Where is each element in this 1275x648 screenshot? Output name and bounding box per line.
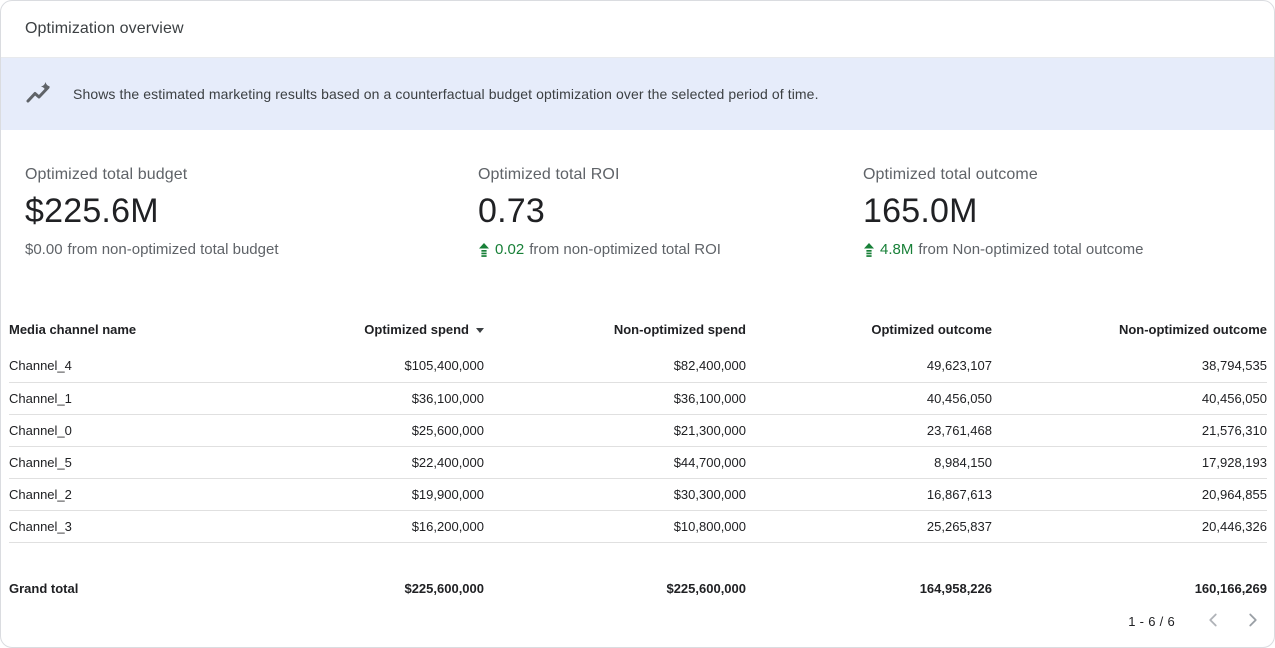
table-row: Channel_4 $105,400,000 $82,400,000 49,62… bbox=[9, 350, 1267, 382]
kpi-label: Optimized total budget bbox=[25, 166, 478, 184]
grand-total-label: Grand total bbox=[9, 542, 289, 602]
table-row: Channel_5 $22,400,000 $44,700,000 8,984,… bbox=[9, 446, 1267, 478]
kpi-delta-line: 0.02 from non-optimized total ROI bbox=[478, 241, 863, 258]
cell-non-optimized-spend: $44,700,000 bbox=[484, 446, 746, 478]
cell-channel-name: Channel_4 bbox=[9, 350, 289, 382]
cell-optimized-outcome: 25,265,837 bbox=[746, 510, 992, 542]
insights-icon bbox=[25, 81, 51, 107]
cell-optimized-outcome: 8,984,150 bbox=[746, 446, 992, 478]
info-banner: Shows the estimated marketing results ba… bbox=[1, 58, 1274, 130]
cell-non-optimized-outcome: 17,928,193 bbox=[992, 446, 1267, 478]
page-range-label: 1 - 6 / 6 bbox=[1128, 614, 1175, 629]
kpi-label: Optimized total outcome bbox=[863, 166, 1250, 184]
cell-optimized-outcome: 49,623,107 bbox=[746, 350, 992, 382]
cell-non-optimized-outcome: 20,446,326 bbox=[992, 510, 1267, 542]
kpi-optimized-total-roi: Optimized total ROI 0.73 0.02 from non-o… bbox=[478, 166, 863, 258]
kpi-delta-suffix: from non-optimized total budget bbox=[68, 241, 279, 258]
card-header: Optimization overview bbox=[1, 1, 1274, 58]
arrow-up-icon bbox=[863, 243, 875, 257]
kpi-value: $225.6M bbox=[25, 192, 478, 231]
cell-optimized-outcome: 23,761,468 bbox=[746, 414, 992, 446]
kpi-optimized-total-outcome: Optimized total outcome 165.0M 4.8M from… bbox=[863, 166, 1250, 258]
cell-optimized-spend: $16,200,000 bbox=[289, 510, 484, 542]
table-row: Channel_0 $25,600,000 $21,300,000 23,761… bbox=[9, 414, 1267, 446]
grand-total-optimized-outcome: 164,958,226 bbox=[746, 542, 992, 602]
cell-optimized-spend: $25,600,000 bbox=[289, 414, 484, 446]
kpi-value: 165.0M bbox=[863, 192, 1250, 231]
kpi-optimized-total-budget: Optimized total budget $225.6M $0.00 fro… bbox=[25, 166, 478, 258]
page-title: Optimization overview bbox=[25, 20, 184, 38]
kpi-delta-line: $0.00 from non-optimized total budget bbox=[25, 241, 478, 258]
cell-optimized-spend: $36,100,000 bbox=[289, 382, 484, 414]
table-row: Channel_3 $16,200,000 $10,800,000 25,265… bbox=[9, 510, 1267, 542]
grand-total-non-optimized-outcome: 160,166,269 bbox=[992, 542, 1267, 602]
cell-non-optimized-spend: $21,300,000 bbox=[484, 414, 746, 446]
cell-non-optimized-spend: $30,300,000 bbox=[484, 478, 746, 510]
cell-channel-name: Channel_3 bbox=[9, 510, 289, 542]
cell-channel-name: Channel_2 bbox=[9, 478, 289, 510]
kpi-delta-value: 0.02 bbox=[495, 241, 524, 258]
kpi-label: Optimized total ROI bbox=[478, 166, 863, 184]
table-row: Channel_1 $36,100,000 $36,100,000 40,456… bbox=[9, 382, 1267, 414]
column-header-non-optimized-outcome[interactable]: Non-optimized outcome bbox=[992, 310, 1267, 350]
column-header-non-optimized-spend[interactable]: Non-optimized spend bbox=[484, 310, 746, 350]
previous-page-button[interactable] bbox=[1201, 610, 1225, 634]
kpi-delta-line: 4.8M from Non-optimized total outcome bbox=[863, 241, 1250, 258]
next-page-button[interactable] bbox=[1241, 610, 1265, 634]
cell-channel-name: Channel_0 bbox=[9, 414, 289, 446]
cell-non-optimized-outcome: 20,964,855 bbox=[992, 478, 1267, 510]
column-header-media-channel[interactable]: Media channel name bbox=[9, 310, 289, 350]
cell-optimized-spend: $22,400,000 bbox=[289, 446, 484, 478]
sort-desc-icon bbox=[476, 328, 484, 333]
banner-text: Shows the estimated marketing results ba… bbox=[73, 86, 819, 102]
cell-non-optimized-outcome: 40,456,050 bbox=[992, 382, 1267, 414]
kpi-row: Optimized total budget $225.6M $0.00 fro… bbox=[1, 130, 1274, 258]
optimization-overview-card: Optimization overview Shows the estimate… bbox=[0, 0, 1275, 648]
table-header-row: Media channel name Optimized spend Non-o… bbox=[9, 310, 1267, 350]
optimization-table: Media channel name Optimized spend Non-o… bbox=[9, 310, 1267, 602]
cell-optimized-outcome: 40,456,050 bbox=[746, 382, 992, 414]
column-header-optimized-outcome[interactable]: Optimized outcome bbox=[746, 310, 992, 350]
table-row: Channel_2 $19,900,000 $30,300,000 16,867… bbox=[9, 478, 1267, 510]
kpi-delta-value: $0.00 bbox=[25, 241, 63, 258]
kpi-delta-suffix: from Non-optimized total outcome bbox=[918, 241, 1143, 258]
cell-non-optimized-spend: $82,400,000 bbox=[484, 350, 746, 382]
cell-non-optimized-spend: $36,100,000 bbox=[484, 382, 746, 414]
grand-total-row: Grand total $225,600,000 $225,600,000 16… bbox=[9, 542, 1267, 602]
cell-channel-name: Channel_1 bbox=[9, 382, 289, 414]
kpi-delta-value: 4.8M bbox=[880, 241, 913, 258]
arrow-up-icon bbox=[478, 243, 490, 257]
grand-total-optimized-spend: $225,600,000 bbox=[289, 542, 484, 602]
column-header-optimized-spend[interactable]: Optimized spend bbox=[289, 310, 484, 350]
kpi-delta-suffix: from non-optimized total ROI bbox=[529, 241, 721, 258]
cell-optimized-spend: $19,900,000 bbox=[289, 478, 484, 510]
kpi-value: 0.73 bbox=[478, 192, 863, 231]
cell-optimized-outcome: 16,867,613 bbox=[746, 478, 992, 510]
cell-non-optimized-spend: $10,800,000 bbox=[484, 510, 746, 542]
chevron-right-icon bbox=[1242, 609, 1264, 634]
pagination: 1 - 6 / 6 bbox=[1, 602, 1274, 634]
chevron-left-icon bbox=[1202, 609, 1224, 634]
grand-total-non-optimized-spend: $225,600,000 bbox=[484, 542, 746, 602]
cell-non-optimized-outcome: 21,576,310 bbox=[992, 414, 1267, 446]
cell-non-optimized-outcome: 38,794,535 bbox=[992, 350, 1267, 382]
cell-channel-name: Channel_5 bbox=[9, 446, 289, 478]
cell-optimized-spend: $105,400,000 bbox=[289, 350, 484, 382]
